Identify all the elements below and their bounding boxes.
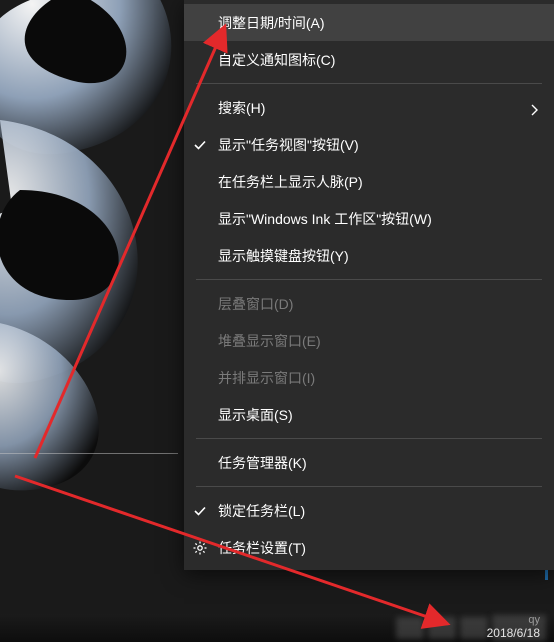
desktop-background: 调整日期/时间(A) 自定义通知图标(C) 搜索(H) 显示"任务视图"按钮(V) 在任… (0, 0, 554, 614)
menu-item-label: 任务栏设置(T) (218, 538, 306, 558)
menu-item-label: 并排显示窗口(I) (218, 368, 315, 388)
menu-item[interactable]: 显示"Windows Ink 工作区"按钮(W) (184, 200, 554, 237)
menu-item[interactable]: 显示桌面(S) (184, 396, 554, 433)
menu-item[interactable]: 任务管理器(K) (184, 444, 554, 481)
menu-item: 并排显示窗口(I) (184, 359, 554, 396)
tray-date: 2018/6/18 (487, 626, 540, 640)
menu-item[interactable]: 锁定任务栏(L) (184, 492, 554, 529)
menu-item[interactable]: 在任务栏上显示人脉(P) (184, 163, 554, 200)
menu-item-label: 调整日期/时间(A) (218, 13, 325, 33)
menu-item-label: 显示"Windows Ink 工作区"按钮(W) (218, 209, 432, 229)
menu-separator (196, 279, 542, 280)
chevron-right-icon (530, 103, 540, 113)
decorative-line (0, 453, 178, 454)
gear-icon (192, 540, 208, 556)
menu-item[interactable]: 显示触摸键盘按钮(Y) (184, 237, 554, 274)
menu-item[interactable]: 自定义通知图标(C) (184, 41, 554, 78)
menu-separator (196, 83, 542, 84)
taskbar[interactable]: qy 2018/6/18 (0, 614, 554, 642)
menu-item: 堆叠显示窗口(E) (184, 322, 554, 359)
menu-item[interactable]: 显示"任务视图"按钮(V) (184, 126, 554, 163)
menu-item: 层叠窗口(D) (184, 285, 554, 322)
menu-item-label: 在任务栏上显示人脉(P) (218, 172, 363, 192)
menu-item[interactable]: 搜索(H) (184, 89, 554, 126)
menu-separator (196, 486, 542, 487)
menu-item-label: 显示触摸键盘按钮(Y) (218, 246, 349, 266)
menu-item-label: 自定义通知图标(C) (218, 50, 335, 70)
menu-item[interactable]: 调整日期/时间(A) (184, 4, 554, 41)
menu-item-label: 层叠窗口(D) (218, 294, 293, 314)
menu-item-label: 锁定任务栏(L) (218, 501, 305, 521)
watermark-text: qy (528, 614, 540, 626)
menu-item-label: 显示"任务视图"按钮(V) (218, 135, 359, 155)
taskbar-context-menu: 调整日期/时间(A) 自定义通知图标(C) 搜索(H) 显示"任务视图"按钮(V) 在任… (184, 0, 554, 570)
menu-item-label: 显示桌面(S) (218, 405, 293, 425)
check-icon (192, 137, 208, 153)
menu-separator (196, 438, 542, 439)
menu-item[interactable]: 任务栏设置(T) (184, 529, 554, 566)
check-icon (192, 503, 208, 519)
menu-item-label: 搜索(H) (218, 98, 265, 118)
tray-clock[interactable]: qy 2018/6/18 (487, 613, 540, 640)
menu-item-label: 任务管理器(K) (218, 453, 307, 473)
menu-item-label: 堆叠显示窗口(E) (218, 331, 321, 351)
